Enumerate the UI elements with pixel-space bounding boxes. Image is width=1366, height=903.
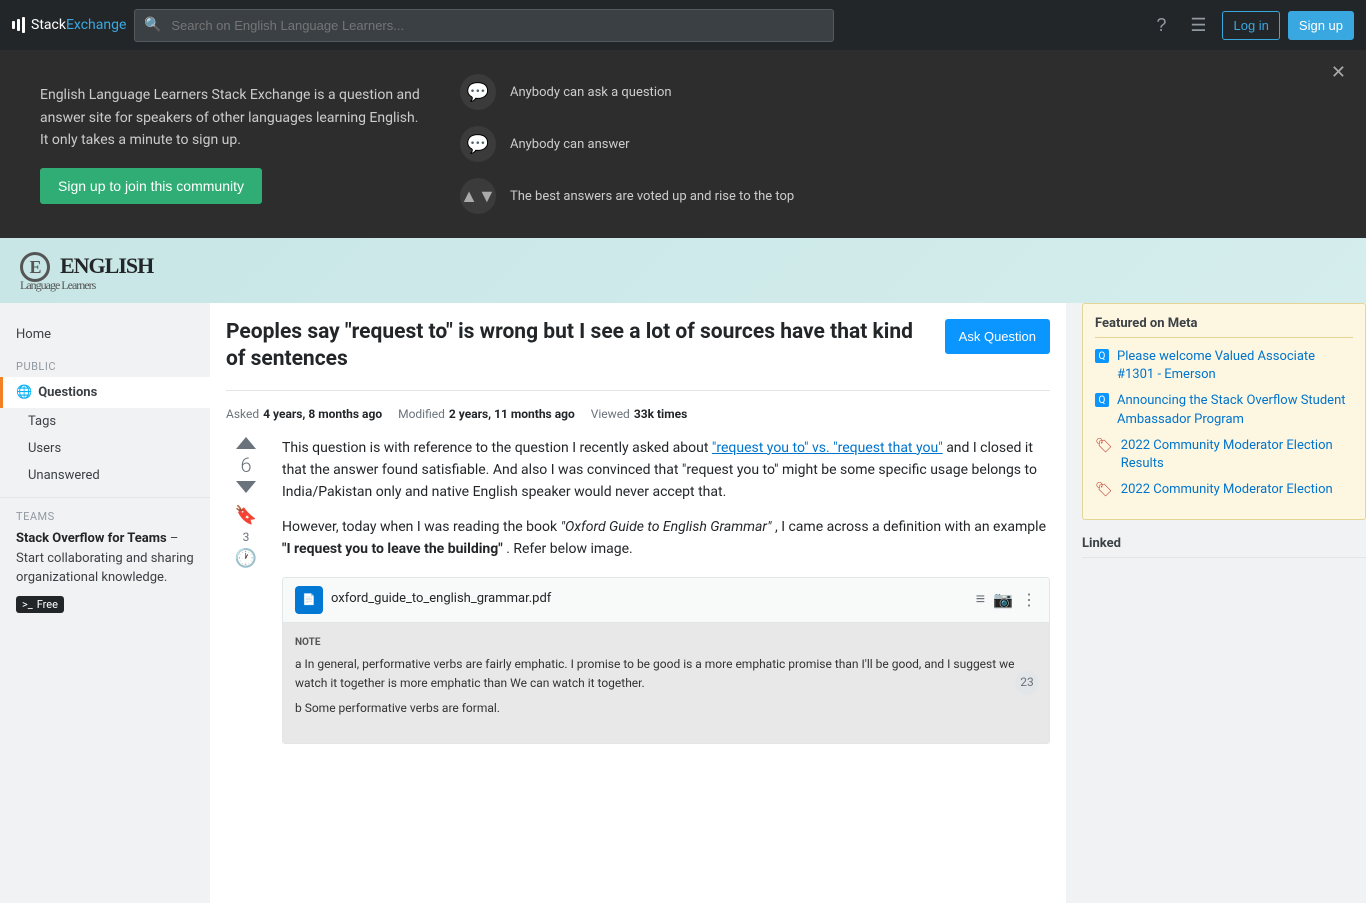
pdf-camera-btn[interactable]: 📷 xyxy=(993,590,1013,610)
login-button[interactable]: Log in xyxy=(1222,11,1279,40)
pdf-filename: oxford_guide_to_english_grammar.pdf xyxy=(331,589,968,610)
bookmark-button[interactable]: 🔖 xyxy=(235,505,257,526)
logo-text: StackExchange xyxy=(31,17,126,33)
chat-answer-icon: 💬 xyxy=(460,126,496,162)
meta-link-4[interactable]: 2022 Community Moderator Election xyxy=(1121,481,1333,499)
feature-ask: 💬 Anybody can ask a question xyxy=(460,74,794,110)
vote-section: 6 🔖 3 🕐 xyxy=(226,437,266,744)
vote-down-button[interactable] xyxy=(236,481,256,493)
question-para-2: However, today when I was reading the bo… xyxy=(282,516,1050,561)
meta-q-icon-1: Q xyxy=(1095,349,1109,363)
feature-answer-text: Anybody can answer xyxy=(510,137,630,152)
meta-item-3: 🏷 2022 Community Moderator Election Resu… xyxy=(1095,437,1353,473)
top-nav: StackExchange 🔍 ? ☰ Log in Sign up xyxy=(0,0,1366,50)
site-header: E ENGLISH Language Learners xyxy=(0,238,1366,303)
meta-link-1[interactable]: Please welcome Valued Associate #1301 - … xyxy=(1117,348,1353,384)
pdf-more-btn[interactable]: ⋮ xyxy=(1021,590,1037,610)
site-logo-nav[interactable]: StackExchange xyxy=(12,17,126,33)
feature-vote-text: The best answers are voted up and rise t… xyxy=(510,189,794,204)
pdf-note-text2: b Some performative verbs are formal. xyxy=(295,699,1037,718)
pdf-toolbar-actions: ≡ 📷 ⋮ xyxy=(976,590,1037,610)
pdf-doc-icon: 📄 xyxy=(295,586,323,614)
nav-actions: ? ☰ Log in Sign up xyxy=(1148,11,1354,40)
featured-meta-box: Featured on Meta Q Please welcome Valued… xyxy=(1082,303,1366,520)
question-link[interactable]: "request you to" vs. "request that you" xyxy=(712,440,943,456)
sidebar-item-tags[interactable]: Tags xyxy=(0,408,210,435)
sidebar-item-home[interactable]: Home xyxy=(0,319,210,350)
terminal-icon: >_ xyxy=(22,598,33,611)
vote-count: 6 xyxy=(240,453,251,477)
signup-button[interactable]: Sign up xyxy=(1288,11,1354,40)
chat-icon: 💬 xyxy=(460,74,496,110)
pdf-embed: 📄 oxford_guide_to_english_grammar.pdf ≡ … xyxy=(282,577,1050,744)
site-name: ENGLISH xyxy=(60,253,153,278)
meta-award-icon-3: 🏷 xyxy=(1095,438,1113,454)
right-sidebar: Featured on Meta Q Please welcome Valued… xyxy=(1066,303,1366,903)
question-meta: Asked 4 years, 8 months ago Modified 2 y… xyxy=(226,407,1050,421)
ask-question-button[interactable]: Ask Question xyxy=(945,319,1050,354)
bookmark-count: 3 xyxy=(243,530,250,544)
content-area: Peoples say "request to" is wrong but I … xyxy=(210,303,1066,903)
pdf-content: NOTE a In general, performative verbs ar… xyxy=(283,623,1049,743)
free-label: Free xyxy=(37,598,58,611)
pdf-toolbar: 📄 oxford_guide_to_english_grammar.pdf ≡ … xyxy=(283,578,1049,623)
feature-answer: 💬 Anybody can answer xyxy=(460,126,794,162)
meta-item-1: Q Please welcome Valued Associate #1301 … xyxy=(1095,348,1353,384)
question-header: Peoples say "request to" is wrong but I … xyxy=(226,319,1050,391)
feature-ask-text: Anybody can ask a question xyxy=(510,85,672,100)
sidebar-item-unanswered[interactable]: Unanswered xyxy=(0,462,210,489)
inbox-icon-btn[interactable]: ☰ xyxy=(1182,11,1214,40)
left-sidebar: Home PUBLIC 🌐 Questions Tags Users Unans… xyxy=(0,303,210,903)
history-button[interactable]: 🕐 xyxy=(235,548,257,569)
search-input[interactable] xyxy=(134,9,834,42)
feature-vote: ▲▼ The best answers are voted up and ris… xyxy=(460,178,794,214)
featured-meta-title: Featured on Meta xyxy=(1095,316,1353,338)
meta-link-2[interactable]: Announcing the Stack Overflow Student Am… xyxy=(1117,392,1353,428)
free-badge: >_ Free xyxy=(16,596,64,613)
vote-up-button[interactable] xyxy=(236,437,256,449)
question-body: 6 🔖 3 🕐 This question is with reference … xyxy=(226,437,1050,744)
site-subtitle: Language Learners xyxy=(20,278,153,293)
pdf-note-label: NOTE xyxy=(295,635,1037,651)
search-icon: 🔍 xyxy=(144,17,161,33)
site-logo[interactable]: E ENGLISH Language Learners xyxy=(20,249,153,293)
asked-meta: Asked 4 years, 8 months ago xyxy=(226,407,382,421)
question-text: This question is with reference to the q… xyxy=(282,437,1050,744)
meta-award-icon-4: 🏷 xyxy=(1095,482,1113,498)
join-community-button[interactable]: Sign up to join this community xyxy=(40,168,262,204)
sidebar-item-questions[interactable]: 🌐 Questions xyxy=(0,377,210,408)
search-bar: 🔍 xyxy=(134,9,834,42)
vote-icon: ▲▼ xyxy=(460,178,496,214)
hero-close-button[interactable]: ✕ xyxy=(1331,62,1346,83)
hero-banner: English Language Learners Stack Exchange… xyxy=(0,50,1366,238)
linked-section-label: Linked xyxy=(1082,536,1366,558)
question-title: Peoples say "request to" is wrong but I … xyxy=(226,319,929,374)
page-number-badge: 23 xyxy=(1015,671,1039,695)
sidebar-public-label: PUBLIC xyxy=(0,350,210,377)
hero-description: English Language Learners Stack Exchange… xyxy=(40,84,420,151)
modified-meta: Modified 2 years, 11 months ago xyxy=(398,407,575,421)
sidebar-item-users[interactable]: Users xyxy=(0,435,210,462)
globe-icon: 🌐 xyxy=(16,385,32,400)
meta-q-icon-2: Q xyxy=(1095,393,1109,407)
teams-label: TEAMS xyxy=(16,510,194,523)
question-para-1: This question is with reference to the q… xyxy=(282,437,1050,504)
pdf-note-text: a In general, performative verbs are fai… xyxy=(295,655,1037,693)
teams-content: Stack Overflow for Teams – Start collabo… xyxy=(16,529,194,588)
pdf-list-btn[interactable]: ≡ xyxy=(976,590,985,610)
meta-item-4: 🏷 2022 Community Moderator Election xyxy=(1095,481,1353,499)
help-icon-btn[interactable]: ? xyxy=(1148,11,1174,40)
teams-cta-text[interactable]: Stack Overflow for Teams xyxy=(16,531,167,546)
hero-features: 💬 Anybody can ask a question 💬 Anybody c… xyxy=(460,74,794,214)
meta-link-3[interactable]: 2022 Community Moderator Election Result… xyxy=(1121,437,1353,473)
teams-section: TEAMS Stack Overflow for Teams – Start c… xyxy=(0,497,210,625)
meta-item-2: Q Announcing the Stack Overflow Student … xyxy=(1095,392,1353,428)
viewed-meta: Viewed 33k times xyxy=(591,407,688,421)
main-layout: Home PUBLIC 🌐 Questions Tags Users Unans… xyxy=(0,303,1366,903)
hero-text: English Language Learners Stack Exchange… xyxy=(40,84,420,203)
stackexchange-icon xyxy=(12,17,25,33)
